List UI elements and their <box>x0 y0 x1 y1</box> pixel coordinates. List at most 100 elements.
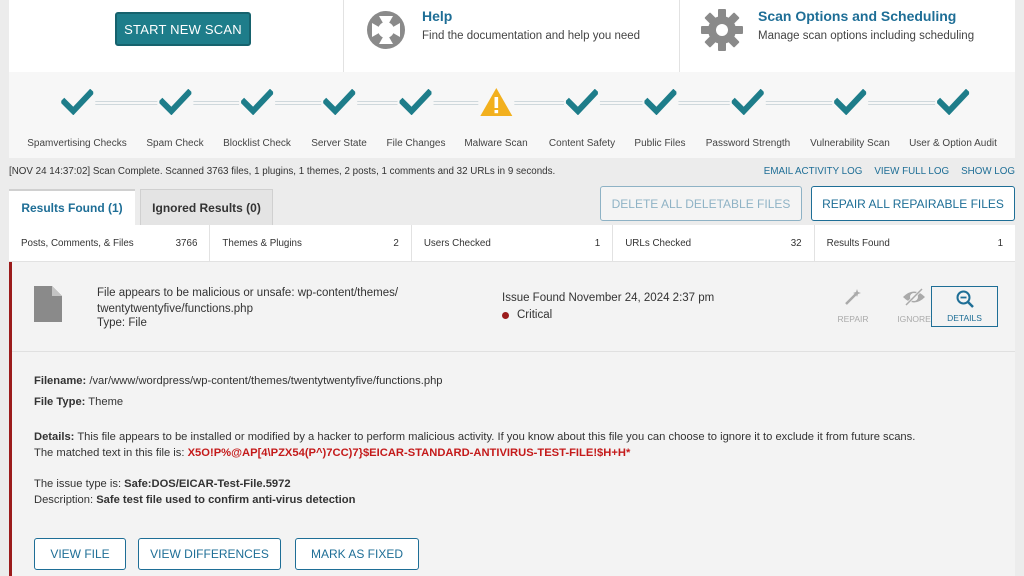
severity-label: Critical <box>517 309 553 321</box>
filename-value: /var/www/wordpress/wp-content/themes/twe… <box>89 375 443 387</box>
summary-label: Posts, Comments, & Files <box>21 237 134 249</box>
scan-step-label: Spamvertising Checks <box>27 138 127 149</box>
scan-step-label: Malware Scan <box>464 138 528 149</box>
severity: Critical <box>502 309 552 321</box>
filename-row: Filename: /var/www/wordpress/wp-content/… <box>34 375 443 387</box>
details-label: DETAILS <box>947 313 982 323</box>
scan-step-label: Password Strength <box>705 138 791 149</box>
scan-step: Malware Scan <box>464 84 528 149</box>
issue-type-row: The issue type is: Safe:DOS/EICAR-Test-F… <box>34 478 291 490</box>
summary-value: 32 <box>790 237 802 249</box>
log-links: EMAIL ACTIVITY LOG VIEW FULL LOG SHOW LO… <box>764 166 1015 177</box>
checkmark-icon <box>730 84 766 120</box>
description-label: Description: <box>34 494 94 506</box>
summary-cell: Results Found 1 <box>815 225 1015 261</box>
matched-text: X5O!P%@AP[4\PZX54(P^)7CC)7}$EICAR-STANDA… <box>187 447 631 459</box>
warning-icon <box>477 84 514 120</box>
scan-step: Content Safety <box>549 84 615 149</box>
checkmark-icon <box>641 84 678 120</box>
view-full-log-link[interactable]: VIEW FULL LOG <box>874 166 949 177</box>
summary-cell: Themes & Plugins 2 <box>210 225 412 261</box>
top-panels: START NEW SCAN Help Find the documentati… <box>9 0 1015 72</box>
checkmark-icon <box>239 84 275 120</box>
issue-card: File appears to be malicious or unsafe: … <box>9 262 1015 576</box>
file-icon <box>34 286 62 322</box>
severity-dot-icon <box>502 311 509 319</box>
issue-title: File appears to be malicious or unsafe: … <box>97 287 399 315</box>
scan-step-label: User & Option Audit <box>909 138 997 149</box>
issue-type-value: Safe:DOS/EICAR-Test-File.5972 <box>124 478 291 490</box>
scan-step-label: Spam Check <box>146 138 204 149</box>
scan-step-label: Server State <box>311 138 367 149</box>
show-log-link[interactable]: SHOW LOG <box>961 166 1015 177</box>
details-action[interactable]: DETAILS <box>931 286 998 327</box>
scan-step: Spamvertising Checks <box>27 84 127 149</box>
scan-step: Spam Check <box>146 84 204 149</box>
scan-log-summary: [NOV 24 14:37:02] Scan Complete. Scanned… <box>9 166 556 177</box>
matched-row: The matched text in this file is: X5O!P%… <box>34 447 630 459</box>
summary-value: 2 <box>393 237 399 249</box>
checkmark-icon <box>157 84 193 120</box>
summary-value: 3766 <box>175 237 198 249</box>
tab-ignored-results[interactable]: Ignored Results (0) <box>140 189 273 225</box>
scan-step-label: Blocklist Check <box>223 138 291 149</box>
description-value: Safe test file used to confirm anti-viru… <box>96 494 356 506</box>
help-description: Find the documentation and help you need <box>422 30 641 42</box>
wand-icon <box>845 289 861 305</box>
scan-options-panel[interactable]: Scan Options and Scheduling Manage scan … <box>680 0 1015 72</box>
scan-step: Blocklist Check <box>223 84 291 149</box>
repair-all-repairable-button[interactable]: REPAIR ALL REPAIRABLE FILES <box>811 186 1015 221</box>
scan-step-label: Vulnerability Scan <box>810 138 890 149</box>
email-activity-log-link[interactable]: EMAIL ACTIVITY LOG <box>764 166 863 177</box>
summary-cell: Posts, Comments, & Files 3766 <box>9 225 211 261</box>
scan-options-description: Manage scan options including scheduling <box>758 30 975 42</box>
summary-label: Results Found <box>826 237 890 249</box>
checkmark-icon <box>58 84 95 120</box>
repair-label: REPAIR <box>837 314 869 324</box>
scan-step-label: File Changes <box>386 138 446 149</box>
issue-found-date: Issue Found November 24, 2024 2:37 pm <box>502 292 715 304</box>
scan-panel: START NEW SCAN <box>9 0 344 72</box>
description-row: Description: Safe test file used to conf… <box>34 494 355 506</box>
scan-step: Vulnerability Scan <box>810 84 890 149</box>
scan-step: Server State <box>311 84 367 149</box>
view-differences-button[interactable]: VIEW DIFFERENCES <box>138 538 281 570</box>
filetype-row: File Type: Theme <box>34 396 123 408</box>
help-panel[interactable]: Help Find the documentation and help you… <box>344 0 680 72</box>
scan-step-label: Public Files <box>634 138 686 149</box>
delete-all-deletable-button[interactable]: DELETE ALL DELETABLE FILES <box>600 186 802 221</box>
summary-cell: URLs Checked 32 <box>613 225 815 261</box>
details-row: Details: This file appears to be install… <box>34 431 1004 443</box>
issue-type-label: The issue type is: <box>34 478 122 490</box>
summary-label: URLs Checked <box>625 237 692 249</box>
start-new-scan-button[interactable]: START NEW SCAN <box>115 12 251 46</box>
summary-value: 1 <box>997 237 1004 249</box>
summary-cell: Users Checked 1 <box>412 225 614 261</box>
checkmark-icon <box>934 84 971 120</box>
scan-step: Password Strength <box>705 84 791 149</box>
results-summary: Posts, Comments, & Files 3766 Themes & Pl… <box>9 225 1015 262</box>
scan-step: File Changes <box>386 84 446 149</box>
summary-label: Users Checked <box>423 237 491 249</box>
mark-as-fixed-button[interactable]: MARK AS FIXED <box>295 538 419 570</box>
checkmark-icon <box>397 84 434 120</box>
eye-slash-icon <box>903 288 925 306</box>
scan-options-title[interactable]: Scan Options and Scheduling <box>758 8 956 24</box>
view-file-button[interactable]: VIEW FILE <box>34 538 126 570</box>
checkmark-icon <box>832 84 868 120</box>
filename-label: Filename: <box>34 375 87 387</box>
help-title[interactable]: Help <box>422 8 452 24</box>
tab-results-found[interactable]: Results Found (1) <box>9 189 135 225</box>
repair-action[interactable]: REPAIR <box>828 286 878 324</box>
filetype-value: Theme <box>88 396 124 408</box>
checkmark-icon <box>564 84 600 120</box>
details-text: This file appears to be installed or mod… <box>77 431 916 443</box>
details-label-text: Details: <box>34 431 75 443</box>
lifebuoy-icon <box>367 11 405 49</box>
filetype-label: File Type: <box>34 396 86 408</box>
issue-header: File appears to be malicious or unsafe: … <box>12 262 1015 352</box>
gear-icon <box>701 9 743 51</box>
issue-type: Type: File <box>97 317 147 329</box>
matched-label: The matched text in this file is: <box>34 447 185 459</box>
scan-step-label: Content Safety <box>548 138 616 149</box>
